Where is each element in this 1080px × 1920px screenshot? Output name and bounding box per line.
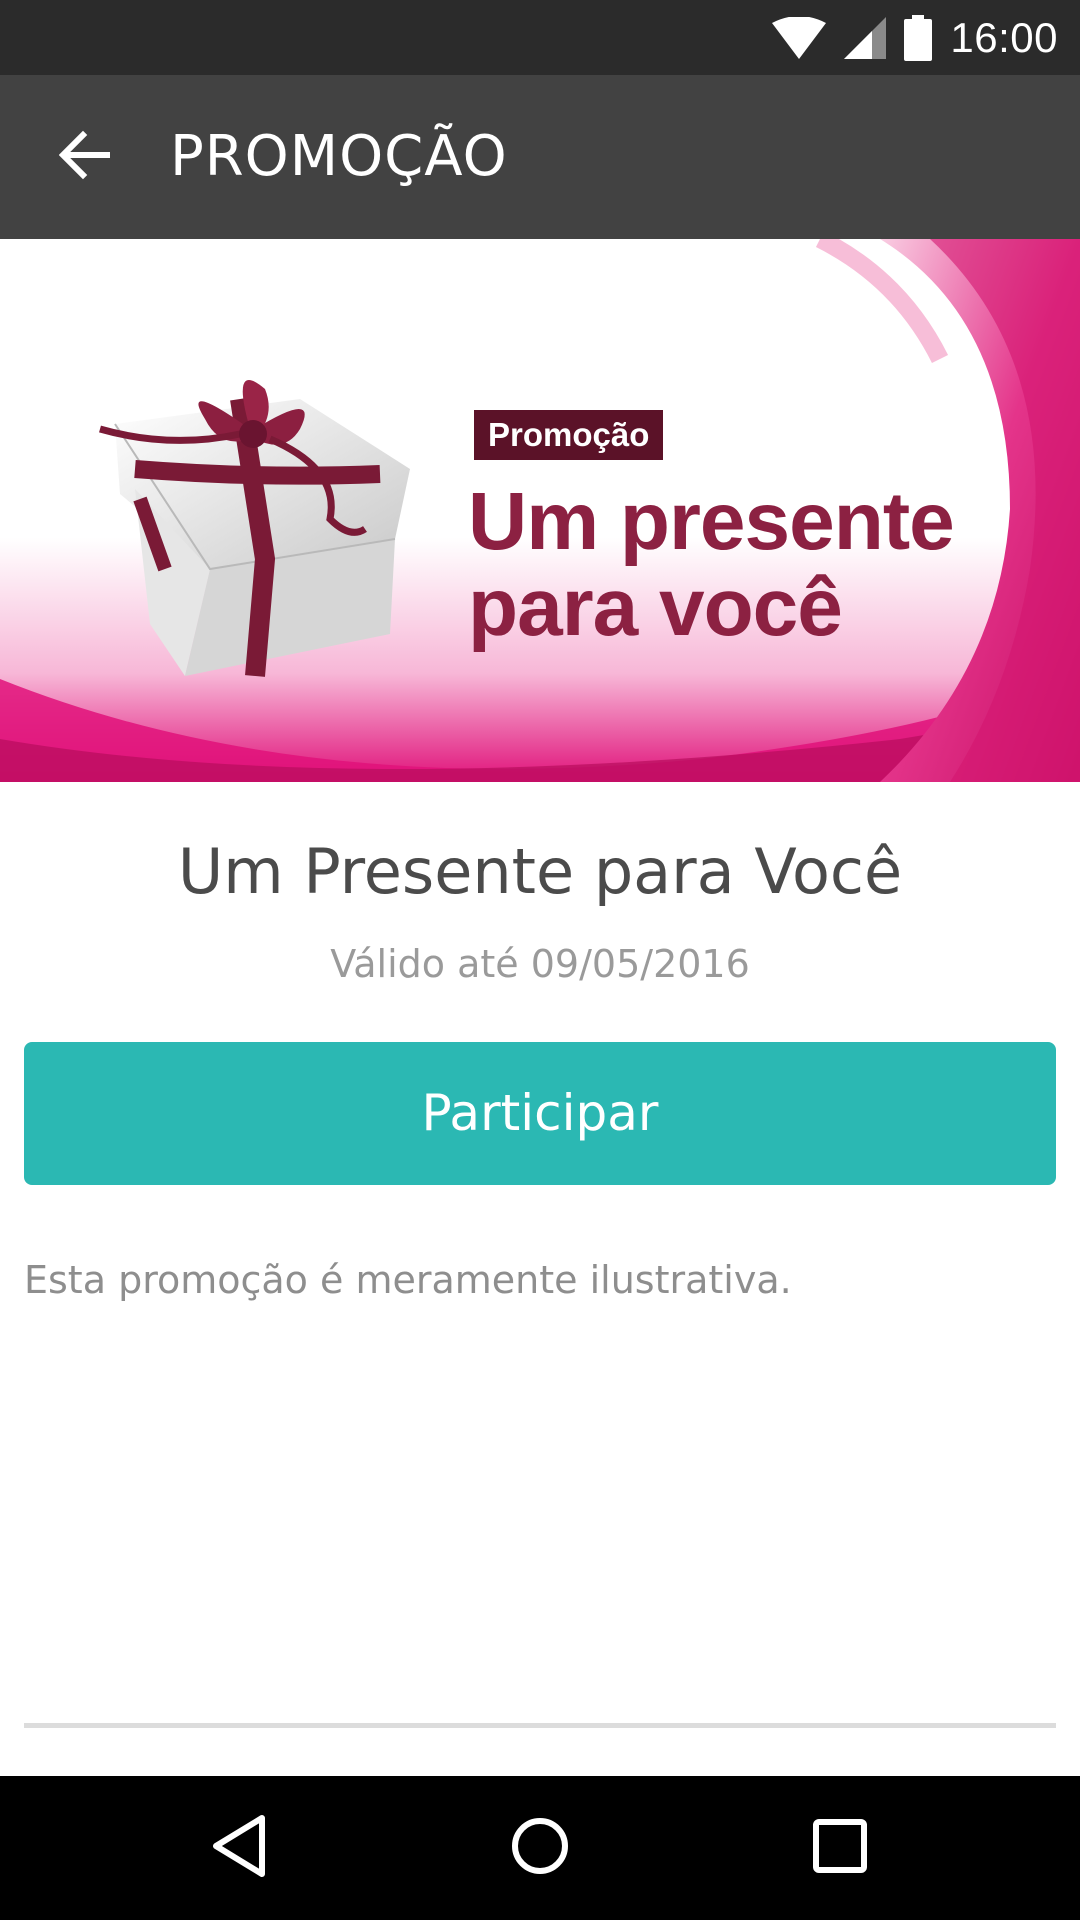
banner-tag: Promoção <box>474 410 664 460</box>
page-title: PROMOÇÃO <box>170 124 508 189</box>
arrow-back-icon <box>58 129 111 185</box>
system-nav-bar <box>0 1776 1080 1920</box>
back-button[interactable] <box>40 117 130 197</box>
promo-banner-image: Promoção Um presente para você <box>0 239 1080 782</box>
participate-button[interactable]: Participar <box>24 1042 1056 1185</box>
nav-recents-button[interactable] <box>790 1798 890 1898</box>
app-bar: PROMOÇÃO <box>0 75 1080 239</box>
nav-back-button[interactable] <box>190 1798 290 1898</box>
nav-home-button[interactable] <box>490 1798 590 1898</box>
recents-square-icon <box>812 1818 868 1878</box>
banner-headline: Um presente para você <box>468 479 1028 651</box>
divider <box>24 1723 1056 1728</box>
promotion-validity: Válido até 09/05/2016 <box>330 942 750 986</box>
wifi-icon <box>772 16 827 59</box>
banner-headline-line2: para você <box>468 562 843 653</box>
back-triangle-icon <box>210 1814 270 1882</box>
banner-headline-line1: Um presente <box>468 476 955 567</box>
status-icons: 16:00 <box>772 0 1058 75</box>
home-circle-icon <box>510 1816 570 1880</box>
status-time: 16:00 <box>950 13 1058 61</box>
battery-icon <box>904 14 933 61</box>
promotion-description: Esta promoção é meramente ilustrativa. <box>24 1258 792 1302</box>
cell-signal-icon <box>844 16 887 59</box>
promotion-title: Um Presente para Você <box>177 835 903 908</box>
status-bar: 16:00 <box>0 0 1080 75</box>
